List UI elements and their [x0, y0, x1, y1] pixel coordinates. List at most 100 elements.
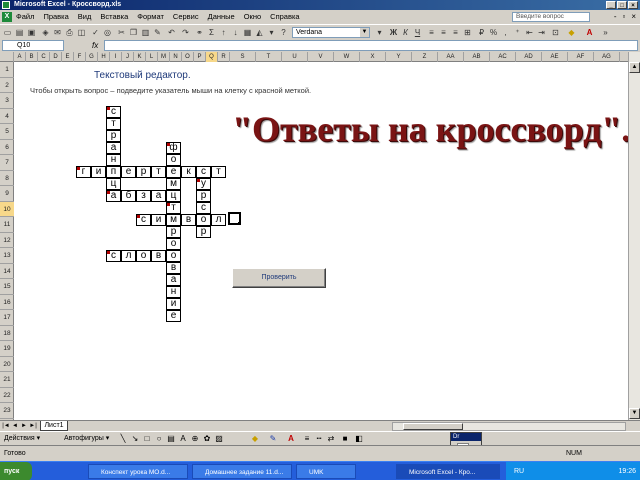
- copy-icon[interactable]: ❐: [128, 27, 139, 38]
- format-painter-icon[interactable]: ✎: [152, 27, 163, 38]
- first-sheet-button[interactable]: |◄: [2, 422, 10, 430]
- increase-decimal-icon[interactable]: ⁺: [512, 27, 523, 38]
- crossword-cell[interactable]: о: [136, 250, 151, 262]
- name-box[interactable]: Q10: [2, 40, 64, 51]
- column-header[interactable]: R: [218, 52, 230, 62]
- scroll-up-arrow[interactable]: ▲: [629, 62, 640, 73]
- column-header[interactable]: AF: [568, 52, 594, 62]
- checkbox-control[interactable]: [228, 212, 241, 225]
- column-header[interactable]: O: [182, 52, 194, 62]
- maximize-button[interactable]: □: [617, 1, 627, 9]
- toolbar-options-icon[interactable]: »: [600, 27, 611, 38]
- crossword-cell[interactable]: р: [196, 190, 211, 202]
- crossword-cell[interactable]: р: [166, 226, 181, 238]
- crossword-cell[interactable]: и: [91, 166, 106, 178]
- crossword-cell[interactable]: о: [166, 154, 181, 166]
- vertical-scrollbar[interactable]: ▲ ▼: [628, 52, 640, 420]
- oval-icon[interactable]: ○: [154, 434, 164, 444]
- crossword-cell[interactable]: т: [106, 118, 121, 130]
- row-header[interactable]: 10: [0, 201, 14, 217]
- column-header[interactable]: J: [122, 52, 134, 62]
- column-header[interactable]: T: [256, 52, 282, 62]
- undo-icon[interactable]: ↶: [166, 27, 177, 38]
- column-header[interactable]: D: [50, 52, 62, 62]
- save-icon[interactable]: ▣: [26, 27, 37, 38]
- font-name-select[interactable]: Verdana ▼: [292, 27, 370, 38]
- fill-color-icon[interactable]: ◆: [250, 434, 260, 444]
- crossword-cell[interactable]: п: [106, 166, 121, 178]
- doc-restore-button[interactable]: ▫: [622, 12, 625, 22]
- drawing-icon[interactable]: ◭: [254, 27, 265, 38]
- ask-question-input[interactable]: Введите вопрос: [512, 12, 590, 22]
- crossword-cell[interactable]: ц: [166, 190, 181, 202]
- crossword-cell[interactable]: о: [166, 238, 181, 250]
- currency-icon[interactable]: ₽: [476, 27, 487, 38]
- column-header[interactable]: AE: [542, 52, 568, 62]
- next-sheet-button[interactable]: ►: [20, 422, 28, 430]
- row-header[interactable]: 3: [0, 93, 14, 109]
- column-header[interactable]: Y: [386, 52, 412, 62]
- crossword-cell[interactable]: л: [211, 214, 226, 226]
- redo-icon[interactable]: ↷: [180, 27, 191, 38]
- row-header[interactable]: 16: [0, 295, 14, 310]
- chart-wizard-icon[interactable]: ▦: [242, 27, 253, 38]
- start-button[interactable]: пуск: [0, 462, 32, 480]
- autosum-icon[interactable]: Σ: [206, 27, 217, 38]
- menu-tools[interactable]: Сервис: [173, 10, 199, 24]
- tab-sheet1[interactable]: Лист1: [40, 421, 68, 431]
- crossword-cell[interactable]: в: [151, 250, 166, 262]
- spelling-icon[interactable]: ✓: [90, 27, 101, 38]
- column-header[interactable]: L: [146, 52, 158, 62]
- crossword-cell[interactable]: ц: [106, 178, 121, 190]
- line-icon[interactable]: ╲: [118, 434, 128, 444]
- crossword-cell[interactable]: г: [76, 166, 91, 178]
- doc-close-button[interactable]: ×: [631, 12, 636, 22]
- row-header[interactable]: 20: [0, 357, 14, 372]
- print-icon[interactable]: ⎙: [64, 27, 75, 38]
- merge-center-icon[interactable]: ⊞: [462, 27, 473, 38]
- 3d-icon[interactable]: ◧: [354, 434, 364, 444]
- column-header[interactable]: I: [110, 52, 122, 62]
- comment-marker[interactable]: [107, 107, 110, 110]
- column-header[interactable]: B: [26, 52, 38, 62]
- menu-help[interactable]: Справка: [270, 10, 299, 24]
- bold-icon[interactable]: Ж: [388, 27, 399, 38]
- fx-icon[interactable]: fx: [92, 40, 98, 51]
- prev-sheet-button[interactable]: ◄: [11, 422, 19, 430]
- comment-marker[interactable]: [107, 251, 110, 254]
- column-header[interactable]: Z: [412, 52, 438, 62]
- line-color-icon[interactable]: ✎: [268, 434, 278, 444]
- crossword-cell[interactable]: т: [211, 166, 226, 178]
- wordart-icon[interactable]: A: [178, 434, 188, 444]
- resize-handle[interactable]: [238, 222, 241, 225]
- menu-edit[interactable]: Правка: [43, 10, 68, 24]
- column-header[interactable]: W: [334, 52, 360, 62]
- crossword-cell[interactable]: и: [151, 214, 166, 226]
- rectangle-icon[interactable]: □: [142, 434, 152, 444]
- arrow-icon[interactable]: ↘: [130, 434, 140, 444]
- row-header[interactable]: 15: [0, 279, 14, 295]
- draw-menu[interactable]: Действия ▾: [4, 432, 40, 446]
- horizontal-scrollbar[interactable]: [392, 422, 626, 431]
- menu-view[interactable]: Вид: [78, 10, 92, 24]
- fill-color-icon[interactable]: ◆: [566, 27, 577, 38]
- crossword-cell[interactable]: т: [151, 166, 166, 178]
- comment-marker[interactable]: [107, 191, 110, 194]
- line-style-icon[interactable]: ≡: [302, 434, 312, 444]
- clipart-icon[interactable]: ✿: [202, 434, 212, 444]
- crossword-cell[interactable]: с: [106, 106, 121, 118]
- row-header[interactable]: 21: [0, 372, 14, 388]
- crossword-cell[interactable]: р: [106, 130, 121, 142]
- row-header[interactable]: 9: [0, 186, 14, 202]
- font-color-icon[interactable]: A: [286, 434, 296, 444]
- column-header[interactable]: U: [282, 52, 308, 62]
- document-icon[interactable]: X: [2, 12, 12, 22]
- crossword-cell[interactable]: р: [136, 166, 151, 178]
- column-header[interactable]: K: [134, 52, 146, 62]
- crossword-cell[interactable]: а: [151, 190, 166, 202]
- taskbar-item[interactable]: Домашнее задание 11.d...: [192, 464, 292, 479]
- menu-insert[interactable]: Вставка: [100, 10, 128, 24]
- sort-desc-icon[interactable]: ↓: [230, 27, 241, 38]
- taskbar-item[interactable]: Конспект урока МО.d...: [88, 464, 188, 479]
- diagram-icon[interactable]: ⊕: [190, 434, 200, 444]
